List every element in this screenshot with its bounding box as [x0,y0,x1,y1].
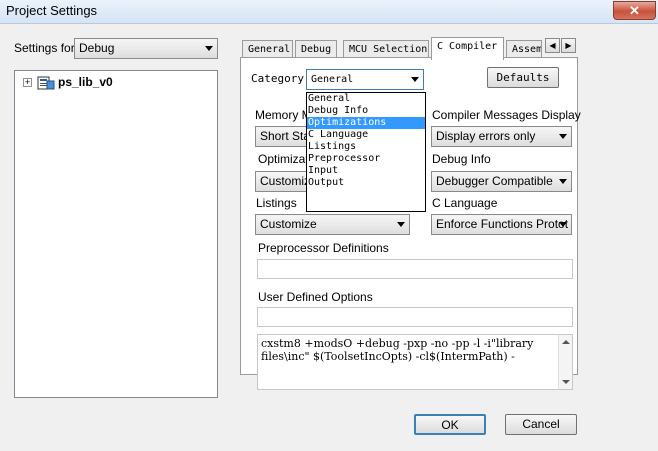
memory-model-value: Short Stac [260,129,309,143]
arrow-right-icon: ▶ [565,41,572,50]
memory-model-select[interactable]: Short Stac [255,126,310,147]
memory-model-label: Memory M [255,108,312,122]
category-option-input[interactable]: Input [307,165,425,177]
chevron-down-icon [559,134,567,139]
c-language-select[interactable]: Enforce Functions Protot [431,214,572,235]
tree-expand-icon[interactable]: + [23,78,32,87]
tree-root-label[interactable]: ps_lib_v0 [58,75,113,89]
c-language-label: C Language [432,196,498,210]
settings-for-label: Settings for: [14,41,79,55]
ok-button[interactable]: OK [414,414,486,435]
optimizations-select[interactable]: Customize [255,171,310,192]
category-option-c-language[interactable]: C Language [307,129,425,141]
listings-label: Listings [256,196,297,210]
preprocessor-definitions-label: Preprocessor Definitions [258,241,389,255]
tab-c-compiler[interactable]: C Compiler [431,37,504,60]
compiler-messages-select[interactable]: Display errors only [431,126,572,147]
project-tree[interactable]: + ps_lib_v0 [14,70,218,398]
chevron-down-icon [397,222,405,227]
optimizations-value: Customize [260,174,309,188]
tab-scroll-right-button[interactable]: ▶ [561,38,576,53]
dialog-client: Settings for: Debug + ps_lib_v0 General … [0,24,658,451]
chevron-down-icon [559,179,567,184]
c-language-value: Enforce Functions Protot [436,217,569,231]
category-select[interactable]: General [306,69,424,90]
settings-for-value: Debug [79,41,115,55]
category-option-optimizations[interactable]: Optimizations [307,117,425,129]
category-option-general[interactable]: General [307,93,425,105]
debug-info-value: Debugger Compatible [436,174,553,188]
debug-info-label: Debug Info [432,152,491,166]
category-label: Category [251,72,304,85]
category-value: General [311,74,354,85]
user-defined-options-input[interactable] [257,307,573,327]
category-option-debug-info[interactable]: Debug Info [307,105,425,117]
preprocessor-definitions-input[interactable] [257,259,573,279]
user-defined-options-label: User Defined Options [258,290,373,304]
title-bar: Project Settings ✕ [0,0,658,24]
close-icon: ✕ [629,2,640,18]
close-button[interactable]: ✕ [613,1,656,20]
category-dropdown-list[interactable]: General Debug Info Optimizations C Langu… [306,92,426,212]
debug-info-select[interactable]: Debugger Compatible [431,171,572,192]
settings-for-select[interactable]: Debug [74,38,218,59]
chevron-down-icon [205,46,213,51]
category-option-preprocessor[interactable]: Preprocessor [307,153,425,165]
command-line-textarea[interactable]: cxstm8 +modsO +debug -pxp -no -pp -l -i"… [257,334,573,390]
chevron-down-icon [411,77,419,82]
command-line-scrollbar[interactable] [558,335,572,389]
tab-scroll-left-button[interactable]: ◀ [545,38,560,53]
cancel-button[interactable]: Cancel [505,414,577,435]
scroll-up-icon[interactable] [562,340,570,344]
compiler-messages-value: Display errors only [436,129,536,143]
category-option-output[interactable]: Output [307,177,425,189]
chevron-down-icon [559,222,567,227]
category-option-listings[interactable]: Listings [307,141,425,153]
window-title: Project Settings [6,3,98,18]
listings-value: Customize [260,217,317,231]
project-icon [37,76,55,90]
compiler-messages-label: Compiler Messages Display [432,108,581,122]
arrow-left-icon: ◀ [549,41,556,50]
scroll-down-icon[interactable] [562,380,570,384]
command-line-text: cxstm8 +modsO +debug -pxp -no -pp -l -i"… [261,337,534,363]
defaults-button[interactable]: Defaults [487,67,559,88]
listings-select[interactable]: Customize [255,214,410,235]
